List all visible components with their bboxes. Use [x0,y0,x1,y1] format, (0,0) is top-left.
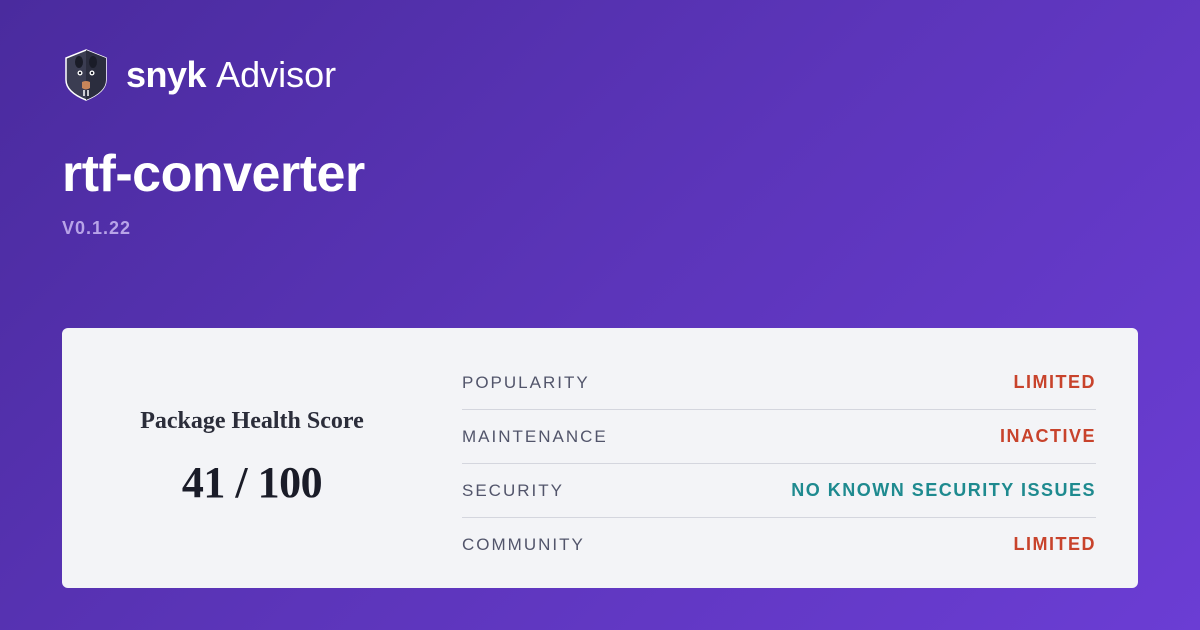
package-version: V0.1.22 [0,204,1200,239]
metric-value: NO KNOWN SECURITY ISSUES [791,480,1096,501]
header: snyk Advisor [0,0,1200,102]
score-label: Package Health Score [140,408,364,435]
metric-label: COMMUNITY [462,535,585,555]
metrics-panel: POPULARITY LIMITED MAINTENANCE INACTIVE … [442,328,1138,588]
metric-row-popularity: POPULARITY LIMITED [462,356,1096,410]
brand-text: snyk Advisor [126,54,336,96]
metric-value: LIMITED [1014,372,1097,393]
metric-row-community: COMMUNITY LIMITED [462,518,1096,571]
brand-product: Advisor [216,54,336,96]
metric-value: INACTIVE [1000,426,1096,447]
score-panel: Package Health Score 41 / 100 [62,328,442,588]
package-name: rtf-converter [0,102,1200,204]
metric-label: MAINTENANCE [462,427,608,447]
snyk-logo-icon [62,48,110,102]
metric-label: POPULARITY [462,373,590,393]
metric-row-security: SECURITY NO KNOWN SECURITY ISSUES [462,464,1096,518]
metric-value: LIMITED [1014,534,1097,555]
metric-label: SECURITY [462,481,564,501]
brand-name: snyk [126,54,206,96]
score-value: 41 / 100 [182,457,322,508]
health-card: Package Health Score 41 / 100 POPULARITY… [62,328,1138,588]
metric-row-maintenance: MAINTENANCE INACTIVE [462,410,1096,464]
